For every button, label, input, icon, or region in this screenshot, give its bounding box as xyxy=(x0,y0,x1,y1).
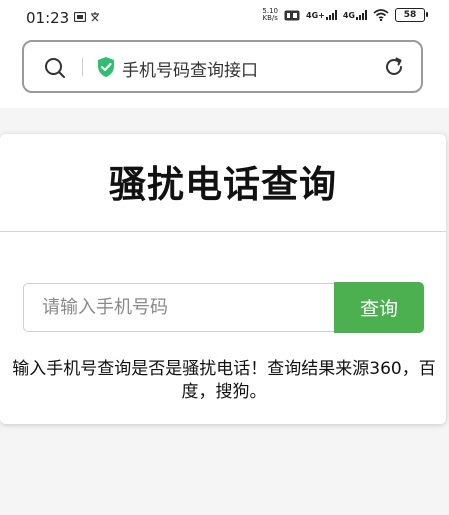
title-divider xyxy=(0,231,446,232)
status-bar: 01:23 5.10 KB/s 4G+ 4G 58 xyxy=(0,0,449,34)
signal-2: 4G xyxy=(343,10,367,20)
battery-icon: 58 xyxy=(395,8,428,22)
query-button[interactable]: 查询 xyxy=(334,282,424,333)
reload-icon[interactable] xyxy=(383,56,405,78)
text-icon xyxy=(91,12,99,22)
address-divider xyxy=(82,58,83,76)
page-title: 骚扰电话查询 xyxy=(109,163,337,206)
shield-check-icon xyxy=(98,57,114,77)
page-address-title[interactable]: 手机号码查询接口 xyxy=(122,56,258,81)
gallery-icon xyxy=(74,12,86,22)
signal-bars-1-icon xyxy=(325,10,337,20)
status-right-icons: 5.10 KB/s 4G+ 4G 58 xyxy=(262,7,428,22)
status-time: 01:23 xyxy=(26,9,70,27)
network-speed: 5.10 KB/s xyxy=(262,7,279,22)
wifi-icon xyxy=(373,9,389,21)
search-icon[interactable] xyxy=(44,57,66,79)
description-text: 输入手机号查询是否是骚扰电话！查询结果来源360，百度，搜狗。 xyxy=(12,359,436,402)
phone-number-input[interactable] xyxy=(23,283,335,332)
address-bar[interactable]: 手机号码查询接口 xyxy=(22,40,423,93)
signal-bars-2-icon xyxy=(356,10,367,20)
browser-chrome: 01:23 5.10 KB/s 4G+ 4G 58 手机号码查询接口 xyxy=(0,0,449,108)
hd-icon xyxy=(284,10,300,20)
query-card: 骚扰电话查询 查询 输入手机号查询是否是骚扰电话！查询结果来源360，百度，搜狗… xyxy=(0,134,446,424)
signal-1: 4G+ xyxy=(306,10,337,20)
status-left-icons xyxy=(74,11,101,23)
